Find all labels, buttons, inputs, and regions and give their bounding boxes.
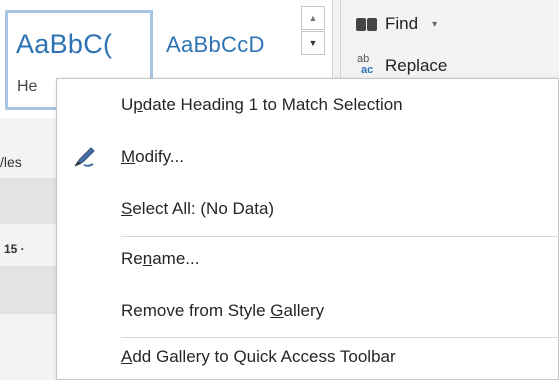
find-button[interactable]: Find ▾ [355, 10, 437, 38]
gallery-scroll-up-button[interactable]: ▲ [301, 6, 325, 30]
menu-item-update-heading[interactable]: Update Heading 1 to Match Selection [57, 83, 559, 127]
menu-item-add-to-quick-access[interactable]: Add Gallery to Quick Access Toolbar [57, 335, 559, 379]
find-label: Find [385, 14, 419, 33]
menu-item-label: Select All: (No Data) [121, 199, 275, 218]
style-context-menu: Update Heading 1 to Match Selection Modi… [56, 78, 559, 380]
menu-item-select-all[interactable]: Select All: (No Data) [57, 187, 559, 231]
menu-item-label: Modify... [121, 147, 184, 166]
page-band [0, 266, 64, 314]
replace-label: Replace [385, 56, 448, 75]
menu-item-label: Rename... [121, 249, 200, 268]
menu-item-label: Remove from Style Gallery [121, 301, 325, 320]
gallery-scroll: ▲ ▼ [301, 6, 325, 80]
replace-icon: ab ac [355, 53, 379, 79]
style-sample-text: AaBbCcD [166, 32, 265, 57]
replace-icon-text-bottom: ac [361, 64, 374, 76]
replace-button[interactable]: ab ac Replace [355, 52, 447, 80]
ruler-number: 15 · [4, 242, 25, 256]
document-left-strip: /les 15 · [0, 118, 64, 380]
pencil-brush-icon [74, 147, 95, 167]
ruler-band [0, 178, 64, 224]
menu-item-label: Add Gallery to Quick Access Toolbar [121, 347, 396, 366]
style-name: He [17, 78, 38, 95]
style-sample-text: AaBbC( [16, 29, 113, 59]
menu-item-remove-from-gallery[interactable]: Remove from Style Gallery [57, 289, 559, 333]
menu-item-modify[interactable]: Modify... [57, 135, 559, 179]
gallery-scroll-down-button[interactable]: ▼ [301, 31, 325, 55]
styles-group-label: /les [0, 154, 22, 170]
triangle-down-icon: ▼ [308, 38, 318, 48]
menu-item-rename[interactable]: Rename... [57, 237, 559, 281]
chevron-down-icon: ▾ [432, 18, 438, 30]
menu-item-label: Update Heading 1 to Match Selection [121, 95, 403, 114]
triangle-up-icon: ▲ [308, 13, 318, 23]
binoculars-icon [355, 15, 379, 33]
